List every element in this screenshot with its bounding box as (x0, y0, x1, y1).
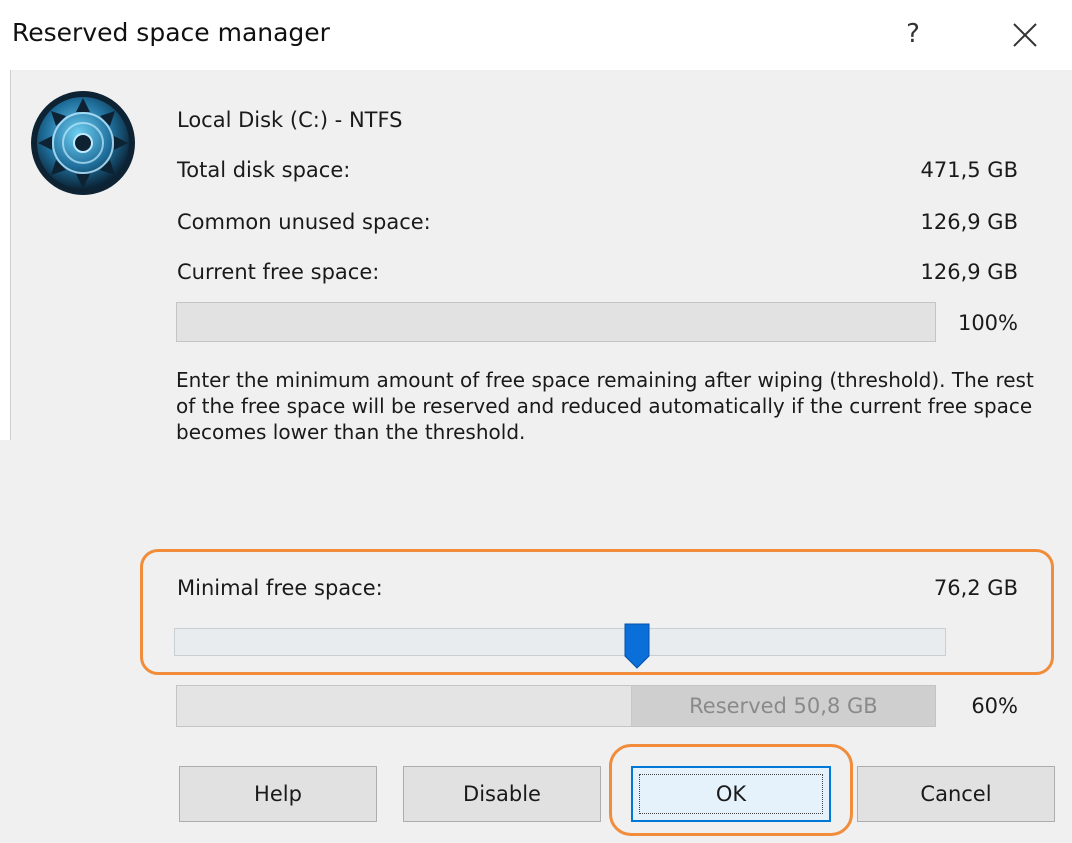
unused-space-label: Common unused space: (177, 210, 431, 234)
free-space-bar-fill (177, 303, 935, 341)
window-edge (0, 70, 11, 440)
title-bar: Reserved space manager ? (0, 0, 1072, 70)
close-button[interactable] (1000, 12, 1050, 58)
help-title-button[interactable]: ? (893, 10, 933, 60)
threshold-slider-thumb[interactable] (623, 622, 651, 670)
free-space-value: 126,9 GB (920, 260, 1018, 284)
total-space-label: Total disk space: (177, 158, 351, 182)
free-space-percent: 100% (957, 311, 1018, 335)
window-title: Reserved space manager (12, 18, 330, 47)
reserved-space-dialog: Reserved space manager ? Local Disk (C:)… (0, 0, 1072, 843)
reserved-percent: 60% (971, 694, 1018, 718)
cancel-button[interactable]: Cancel (857, 766, 1055, 822)
disable-button[interactable]: Disable (403, 766, 601, 822)
unused-space-value: 126,9 GB (920, 210, 1018, 234)
slider-highlight-annotation (140, 549, 1054, 675)
help-button[interactable]: Help (179, 766, 377, 822)
threshold-description: Enter the minimum amount of free space r… (176, 368, 1034, 444)
threshold-slider[interactable] (174, 628, 946, 656)
disk-name: Local Disk (C:) - NTFS (177, 108, 403, 132)
minimal-free-space-label: Minimal free space: (177, 576, 383, 600)
reserved-bar-reserved-part: Reserved 50,8 GB (631, 686, 935, 726)
free-space-label: Current free space: (177, 260, 380, 284)
reserved-space-bar: Reserved 50,8 GB (176, 685, 936, 727)
free-space-bar (176, 302, 936, 342)
reserved-bar-free-part (177, 686, 632, 726)
disk-wipe-icon (31, 91, 135, 195)
minimal-free-space-value: 76,2 GB (933, 576, 1018, 600)
total-space-value: 471,5 GB (920, 158, 1018, 182)
ok-highlight-annotation (609, 744, 853, 836)
close-icon (1013, 23, 1037, 47)
